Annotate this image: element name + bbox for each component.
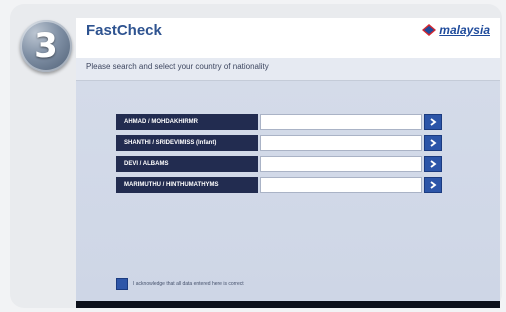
- passenger-name: MARIMUTHU / HINTHUMATHYMS: [116, 177, 258, 193]
- nationality-field[interactable]: [260, 135, 422, 151]
- chevron-right-icon: [430, 160, 437, 168]
- header: FastCheck malaysia: [76, 18, 500, 58]
- passenger-list-panel: AHMAD / MOHDAKHIRMR SHANTHI / SRIDEVIMIS…: [76, 81, 500, 301]
- passenger-row: SHANTHI / SRIDEVIMISS (Infant): [116, 135, 442, 151]
- select-nationality-button[interactable]: [424, 135, 442, 151]
- nationality-field[interactable]: [260, 156, 422, 172]
- acknowledge-checkbox[interactable]: [116, 278, 128, 290]
- passenger-row: AHMAD / MOHDAKHIRMR: [116, 114, 442, 130]
- chevron-right-icon: [430, 181, 437, 189]
- chevron-right-icon: [430, 139, 437, 147]
- kite-logo-icon: [422, 24, 437, 36]
- select-nationality-button[interactable]: [424, 114, 442, 130]
- nationality-field[interactable]: [260, 177, 422, 193]
- passenger-name: AHMAD / MOHDAKHIRMR: [116, 114, 258, 130]
- step-number: 3: [34, 26, 58, 66]
- brand-name: malaysia: [439, 23, 490, 37]
- passenger-name: SHANTHI / SRIDEVIMISS (Infant): [116, 135, 258, 151]
- step-number-badge: 3: [20, 20, 72, 72]
- instruction-text: Please search and select your country of…: [86, 62, 269, 71]
- instruction-bar: Please search and select your country of…: [76, 58, 500, 81]
- passenger-name: DEVI / ALBAMS: [116, 156, 258, 172]
- chevron-right-icon: [430, 118, 437, 126]
- passenger-row: MARIMUTHU / HINTHUMATHYMS: [116, 177, 442, 193]
- acknowledge-row: I acknowledge that all data entered here…: [116, 278, 244, 290]
- brand-logo: malaysia: [421, 23, 490, 37]
- acknowledge-label: I acknowledge that all data entered here…: [133, 281, 244, 287]
- nationality-field[interactable]: [260, 114, 422, 130]
- footer-bar: [76, 301, 500, 308]
- select-nationality-button[interactable]: [424, 156, 442, 172]
- kiosk-screen: FastCheck malaysia Please search and sel…: [76, 18, 500, 308]
- app-title: FastCheck: [86, 22, 162, 39]
- passenger-row: DEVI / ALBAMS: [116, 156, 442, 172]
- select-nationality-button[interactable]: [424, 177, 442, 193]
